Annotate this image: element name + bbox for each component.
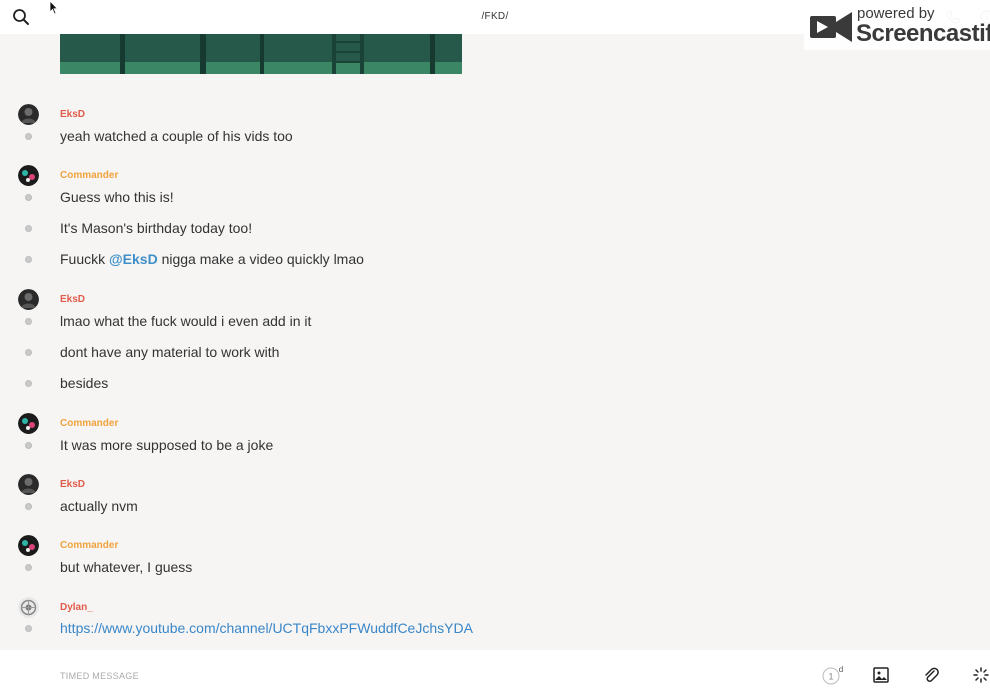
message-text: dont have any material to work with — [60, 344, 280, 360]
watermark-brand: Screencastify — [856, 20, 990, 47]
sparkle-icon[interactable] — [973, 667, 989, 683]
status-dot — [25, 256, 32, 263]
message-line: Guess who this is! — [0, 189, 990, 213]
screencastify-watermark: powered by Screencastify — [804, 2, 990, 50]
message-text: It's Mason's birthday today too! — [60, 220, 253, 236]
message-text: Guess who this is! — [60, 189, 174, 205]
author-name[interactable]: Commander — [60, 540, 118, 551]
timer-unit: d — [839, 666, 843, 674]
avatar-dylan[interactable] — [18, 597, 39, 618]
status-dot — [25, 564, 32, 571]
status-dot — [25, 318, 32, 325]
status-dot — [25, 349, 32, 356]
avatar-eksd[interactable] — [18, 104, 39, 125]
message-text-after: nigga make a video quickly lmao — [157, 251, 364, 267]
author-name[interactable]: Commander — [60, 170, 118, 181]
status-dot — [25, 503, 32, 510]
message-line: actually nvm — [0, 498, 990, 522]
author-name[interactable]: EksD — [60, 294, 85, 305]
message-text: but whatever, I guess — [60, 559, 193, 575]
message-text-before: Fuuckk — [60, 251, 110, 267]
image-icon[interactable] — [873, 667, 889, 683]
message-line: https://www.youtube.com/channel/UCTqFbxx… — [0, 620, 990, 644]
avatar-eksd[interactable] — [18, 474, 39, 495]
message-text: It was more supposed to be a joke — [60, 437, 274, 453]
avatar-commander[interactable] — [18, 165, 39, 186]
message-text: besides — [60, 375, 109, 391]
author-name[interactable]: Commander — [60, 418, 118, 429]
author-name[interactable]: Dylan_ — [60, 602, 93, 613]
message-line: lmao what the fuck would i even add in i… — [0, 313, 990, 337]
message-text: lmao what the fuck would i even add in i… — [60, 313, 312, 329]
message-line: It's Mason's birthday today too! — [0, 220, 990, 244]
mention-eksd[interactable]: @EksD — [109, 251, 158, 267]
message-text: actually nvm — [60, 498, 138, 514]
screencastify-logo-icon — [808, 8, 854, 44]
message-line: It was more supposed to be a joke — [0, 437, 990, 461]
paperclip-icon[interactable] — [923, 666, 939, 684]
message-line: yeah watched a couple of his vids too — [0, 128, 990, 152]
composer-bar: 1 d — [0, 650, 990, 700]
message-text: Fuuckk @EksD nigga make a video quickly … — [60, 251, 364, 267]
message-line: but whatever, I guess — [0, 559, 990, 583]
image-attachment[interactable] — [60, 34, 462, 74]
status-dot — [25, 380, 32, 387]
status-dot — [25, 194, 32, 201]
message-input[interactable] — [60, 666, 760, 686]
message-text: yeah watched a couple of his vids too — [60, 128, 293, 144]
avatar-commander[interactable] — [18, 535, 39, 556]
avatar-commander[interactable] — [18, 413, 39, 434]
author-name[interactable]: EksD — [60, 109, 85, 120]
status-dot — [25, 133, 32, 140]
status-dot — [25, 625, 32, 632]
author-name[interactable]: EksD — [60, 479, 85, 490]
message-line: Fuuckk @EksD nigga make a video quickly … — [0, 251, 990, 275]
status-dot — [25, 225, 32, 232]
youtube-link[interactable]: https://www.youtube.com/channel/UCTqFbxx… — [60, 620, 473, 636]
message-line: dont have any material to work with — [0, 344, 990, 368]
avatar-eksd[interactable] — [18, 289, 39, 310]
message-line: besides — [0, 375, 990, 399]
timer-button[interactable]: 1 d — [822, 665, 846, 686]
status-dot — [25, 442, 32, 449]
timer-value: 1 — [828, 672, 833, 682]
